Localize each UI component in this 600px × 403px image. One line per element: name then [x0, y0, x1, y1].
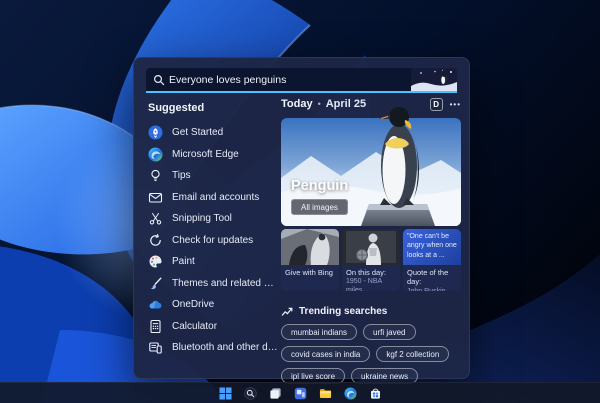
- sidebar-item-themes-settings[interactable]: Themes and related settings: [146, 273, 278, 295]
- desktop: Suggested Get Started Microsoft Edge Tip…: [0, 0, 600, 403]
- search-icon: [153, 74, 165, 85]
- give-with-bing-image: [281, 229, 339, 265]
- today-header: Today • April 25 D •••: [281, 96, 461, 112]
- taskbar: [0, 382, 600, 403]
- paintbrush-icon: [148, 276, 163, 291]
- email-envelope-icon: [148, 190, 163, 205]
- suggested-title: Suggested: [148, 102, 205, 114]
- card-subcaption: John Ruskin: [403, 287, 461, 291]
- today-date: April 25: [325, 98, 367, 110]
- trending-pill[interactable]: kgf 2 collection: [376, 346, 450, 362]
- file-explorer-button[interactable]: [318, 386, 332, 400]
- card-subcaption: 1950 - NBA miles...: [346, 278, 382, 291]
- trending-pill[interactable]: covid cases in india: [281, 346, 371, 362]
- card-caption: Give with Bing: [285, 268, 333, 277]
- sidebar-item-email-accounts[interactable]: Email and accounts: [146, 187, 278, 209]
- card-give-with-bing[interactable]: Give with Bing: [281, 229, 339, 291]
- search-panel: Suggested Get Started Microsoft Edge Tip…: [133, 57, 470, 384]
- card-caption: Quote of the day:: [407, 268, 449, 287]
- today-title: Today: [281, 98, 313, 110]
- task-view-icon: [269, 387, 281, 399]
- sidebar-item-snipping-tool[interactable]: Snipping Tool: [146, 208, 278, 230]
- sidebar-item-label: OneDrive: [172, 299, 215, 311]
- hero-title: Penguin: [291, 178, 349, 194]
- sync-arrows-icon: [148, 233, 163, 248]
- sidebar-item-check-updates[interactable]: Check for updates: [146, 230, 278, 252]
- search-icon: [243, 386, 257, 400]
- sidebar-item-label: Calculator: [172, 320, 218, 332]
- sidebar-item-calculator[interactable]: Calculator: [146, 316, 278, 338]
- card-quote-of-the-day[interactable]: "One can't be angry when one looks at a …: [403, 229, 461, 291]
- get-started-icon: [148, 125, 163, 140]
- sidebar-item-label: Email and accounts: [172, 191, 260, 203]
- widgets-button[interactable]: [293, 386, 307, 400]
- start-button[interactable]: [218, 386, 232, 400]
- trending-pill[interactable]: urfi javed: [363, 324, 416, 340]
- search-box[interactable]: [146, 68, 457, 93]
- card-caption: On this day:: [346, 268, 387, 277]
- trending-arrow-icon: [281, 307, 293, 316]
- sidebar-item-label: Get Started: [172, 127, 224, 139]
- windows-logo-icon: [218, 386, 232, 400]
- sidebar-item-label: Tips: [172, 170, 191, 182]
- file-explorer-folder-icon: [319, 388, 331, 398]
- trending-pills: mumbai indians urfi javed covid cases in…: [281, 324, 463, 384]
- task-view-button[interactable]: [268, 386, 282, 400]
- all-images-button[interactable]: All images: [291, 199, 348, 215]
- trending-section: Trending searches mumbai indians urfi ja…: [281, 306, 463, 384]
- onedrive-cloud-icon: [148, 297, 163, 312]
- microsoft-edge-icon: [343, 386, 357, 400]
- trending-pill[interactable]: mumbai indians: [281, 324, 358, 340]
- microsoft-store-button[interactable]: [368, 386, 382, 400]
- suggested-section: Suggested Get Started Microsoft Edge Tip…: [146, 102, 278, 359]
- sidebar-item-label: Microsoft Edge: [172, 148, 239, 160]
- sidebar-item-bluetooth-devices[interactable]: Bluetooth and other devices sett...: [146, 337, 278, 359]
- more-options-icon[interactable]: •••: [450, 98, 461, 111]
- sidebar-item-onedrive[interactable]: OneDrive: [146, 294, 278, 316]
- sidebar-item-label: Snipping Tool: [172, 213, 232, 225]
- hero-card-penguin[interactable]: Penguin All images: [281, 107, 461, 226]
- trending-title: Trending searches: [299, 306, 388, 317]
- sidebar-item-label: Themes and related settings: [172, 277, 278, 289]
- sidebar-item-paint[interactable]: Paint: [146, 251, 278, 273]
- microsoft-edge-icon: [148, 147, 163, 162]
- search-input[interactable]: [165, 73, 411, 86]
- tips-lightbulb-icon: [148, 168, 163, 183]
- sidebar-item-tips[interactable]: Tips: [146, 165, 278, 187]
- today-section: Today • April 25 D ••• Penguin All image…: [281, 96, 461, 384]
- snipping-tool-icon: [148, 211, 163, 226]
- quote-text: "One can't be angry when one looks at a …: [403, 229, 461, 265]
- sidebar-item-get-started[interactable]: Get Started: [146, 122, 278, 144]
- paint-palette-icon: [148, 254, 163, 269]
- sidebar-item-label: Check for updates: [172, 234, 254, 246]
- sidebar-item-microsoft-edge[interactable]: Microsoft Edge: [146, 144, 278, 166]
- devices-settings-icon: [148, 340, 163, 355]
- info-cards-row: Give with Bing On this day: 1950 - NBA m…: [281, 229, 461, 291]
- sidebar-item-label: Paint: [172, 256, 195, 268]
- penguin-night-illustration: [411, 68, 457, 91]
- on-this-day-image: [342, 229, 400, 265]
- sidebar-item-label: Bluetooth and other devices sett...: [172, 342, 278, 354]
- card-on-this-day[interactable]: On this day: 1950 - NBA miles...: [342, 229, 400, 291]
- taskbar-search-button[interactable]: [243, 386, 257, 400]
- widgets-icon: [294, 387, 306, 399]
- daily-badge[interactable]: D: [429, 97, 443, 111]
- today-separator: •: [317, 99, 321, 109]
- microsoft-store-icon: [370, 388, 380, 399]
- taskbar-edge-button[interactable]: [343, 386, 357, 400]
- calculator-icon: [148, 319, 163, 334]
